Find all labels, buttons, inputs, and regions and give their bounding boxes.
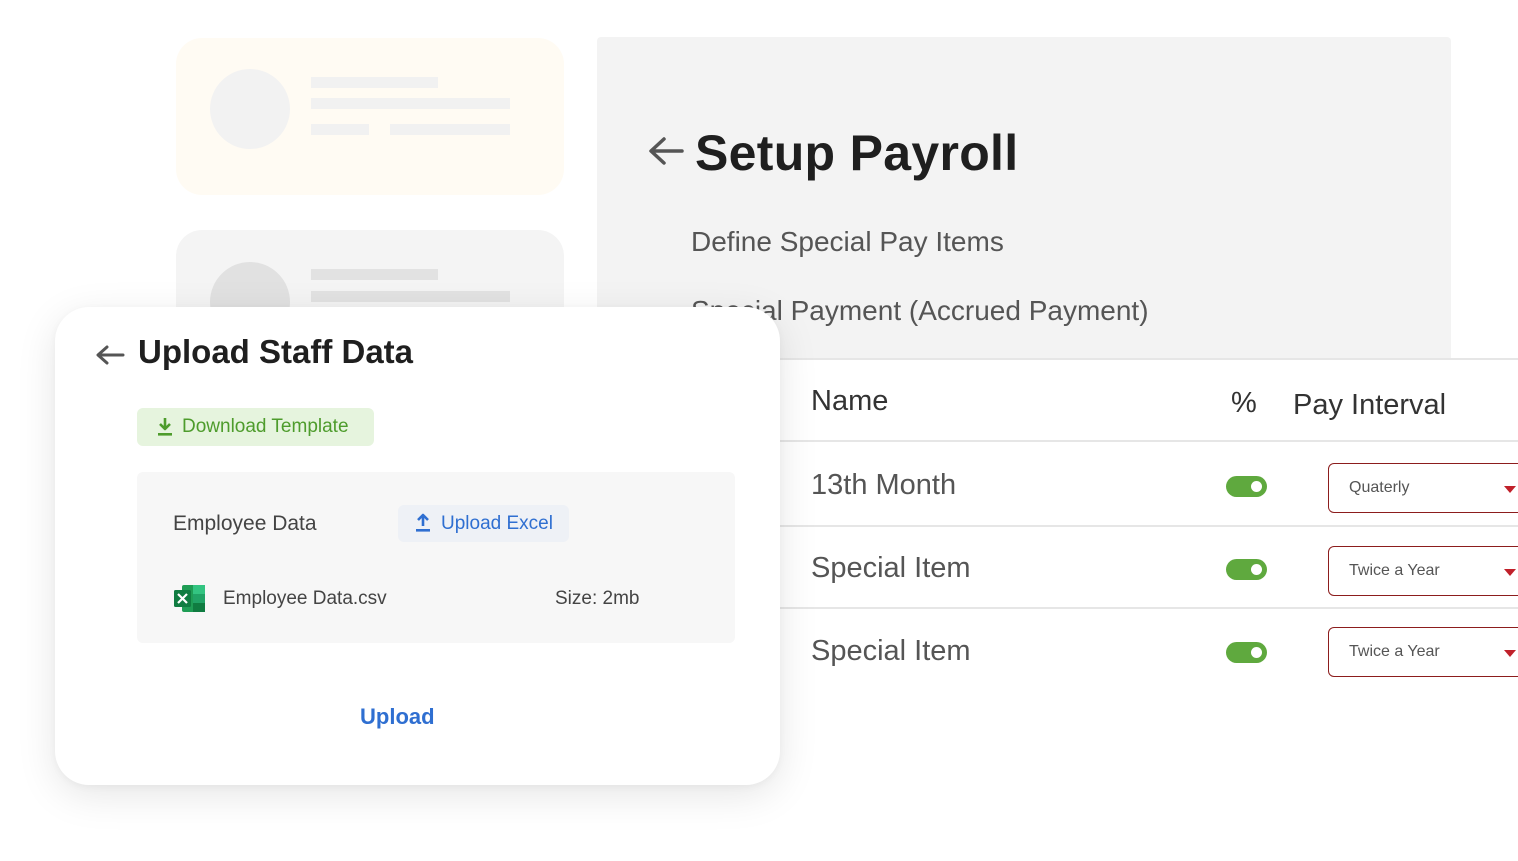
placeholder-line [311, 98, 510, 109]
caret-down-icon [1504, 650, 1516, 657]
upload-icon [416, 513, 430, 532]
caret-down-icon [1504, 486, 1516, 493]
excel-icon [174, 585, 205, 612]
divider [700, 440, 1518, 442]
upload-button[interactable]: Upload [360, 704, 435, 730]
divider [700, 525, 1518, 527]
divider [700, 607, 1518, 609]
pay-interval-select[interactable]: Quaterly [1328, 463, 1518, 513]
placeholder-line [311, 77, 438, 88]
pay-interval-select[interactable]: Twice a Year [1328, 546, 1518, 596]
card-title: Upload Staff Data [138, 333, 414, 370]
toggle-knob [1251, 564, 1262, 575]
placeholder-line [390, 124, 510, 135]
toggle-knob [1251, 481, 1262, 492]
select-value: Twice a Year [1349, 643, 1440, 660]
placeholder-line [311, 124, 369, 135]
employee-data-box: Employee Data Upload Excel Employee Data… [137, 472, 735, 643]
page-title: Setup Payroll [695, 125, 1019, 181]
row-name: Special Item [811, 635, 971, 667]
row-name: 13th Month [811, 469, 957, 501]
placeholder-card [176, 38, 564, 195]
select-value: Quaterly [1349, 479, 1410, 496]
divider [700, 358, 1518, 360]
caret-down-icon [1504, 569, 1516, 576]
percent-toggle[interactable] [1226, 476, 1267, 497]
download-template-label: Download Template [182, 416, 349, 437]
pay-interval-select[interactable]: Twice a Year [1328, 627, 1518, 677]
percent-toggle[interactable] [1226, 642, 1267, 663]
placeholder-line [311, 291, 510, 302]
placeholder-line [311, 269, 438, 280]
placeholder-avatar [210, 69, 290, 149]
column-header-name: Name [811, 385, 889, 417]
upload-excel-button[interactable]: Upload Excel [398, 505, 569, 542]
back-arrow-icon[interactable] [95, 343, 125, 367]
download-icon [158, 418, 172, 436]
toggle-knob [1251, 647, 1262, 658]
download-template-button[interactable]: Download Template [137, 408, 374, 446]
section-subtitle: Define Special Pay Items [691, 226, 1004, 257]
back-arrow-icon[interactable] [646, 131, 686, 171]
file-size: Size: 2mb [555, 588, 640, 609]
select-value: Twice a Year [1349, 562, 1440, 579]
row-name: Special Item [811, 552, 971, 584]
employee-data-label: Employee Data [173, 512, 317, 535]
percent-toggle[interactable] [1226, 559, 1267, 580]
file-name: Employee Data.csv [223, 588, 387, 609]
column-header-pay-interval: Pay Interval [1293, 389, 1447, 421]
upload-staff-card: Upload Staff Data Download Template Empl… [55, 307, 780, 785]
upload-excel-label: Upload Excel [441, 513, 553, 534]
column-header-percent: % [1231, 387, 1257, 419]
